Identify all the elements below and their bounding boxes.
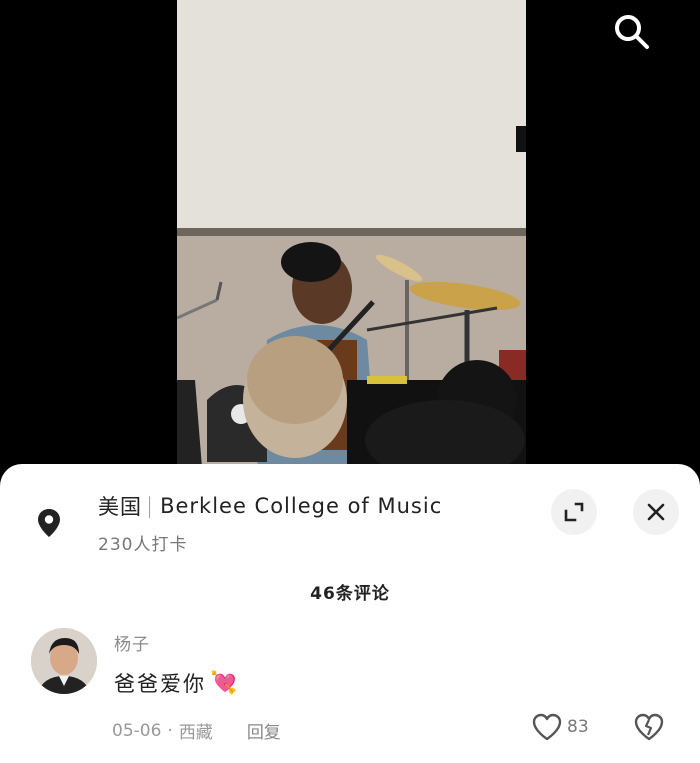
meta-dot: · — [167, 720, 173, 741]
location-pin-icon — [38, 509, 60, 537]
dislike-button[interactable] — [633, 712, 665, 746]
location-title[interactable]: 美国 | Berklee College of Music — [98, 491, 442, 521]
expand-button[interactable] — [551, 489, 597, 535]
location-pin-button — [30, 504, 68, 542]
close-icon — [647, 503, 665, 521]
checkin-count: 230人打卡 — [98, 535, 188, 555]
reply-button[interactable]: 回复 — [247, 718, 281, 743]
video-player[interactable] — [177, 0, 526, 480]
comment-body: 爸爸爱你 💘 — [114, 668, 239, 698]
location-place-name: Berklee College of Music — [160, 494, 443, 518]
like-button[interactable]: 83 — [531, 712, 589, 742]
avatar[interactable] — [31, 628, 97, 694]
video-edge-mark — [516, 126, 526, 152]
heart-outline-icon — [532, 713, 562, 741]
avatar-image — [31, 628, 97, 694]
like-count: 83 — [567, 717, 589, 737]
title-separator: | — [146, 494, 155, 518]
heart-hands-emoji: 💘 — [210, 670, 240, 696]
search-icon — [615, 15, 649, 49]
comment-meta: 05-06 · 西藏 回复 — [112, 718, 281, 744]
video-scene — [177, 242, 526, 480]
broken-heart-icon — [634, 713, 664, 741]
location-country: 美国 — [98, 495, 142, 519]
comment-text: 爸爸爱你 — [114, 672, 206, 696]
expand-icon — [564, 502, 584, 522]
comment-region: 西藏 — [178, 723, 213, 743]
close-button[interactable] — [633, 489, 679, 535]
search-button[interactable] — [610, 10, 654, 54]
comment-username[interactable]: 杨子 — [114, 630, 150, 655]
comment-date: 05-06 — [112, 720, 162, 741]
comments-count-header: 46条评论 — [310, 584, 390, 604]
